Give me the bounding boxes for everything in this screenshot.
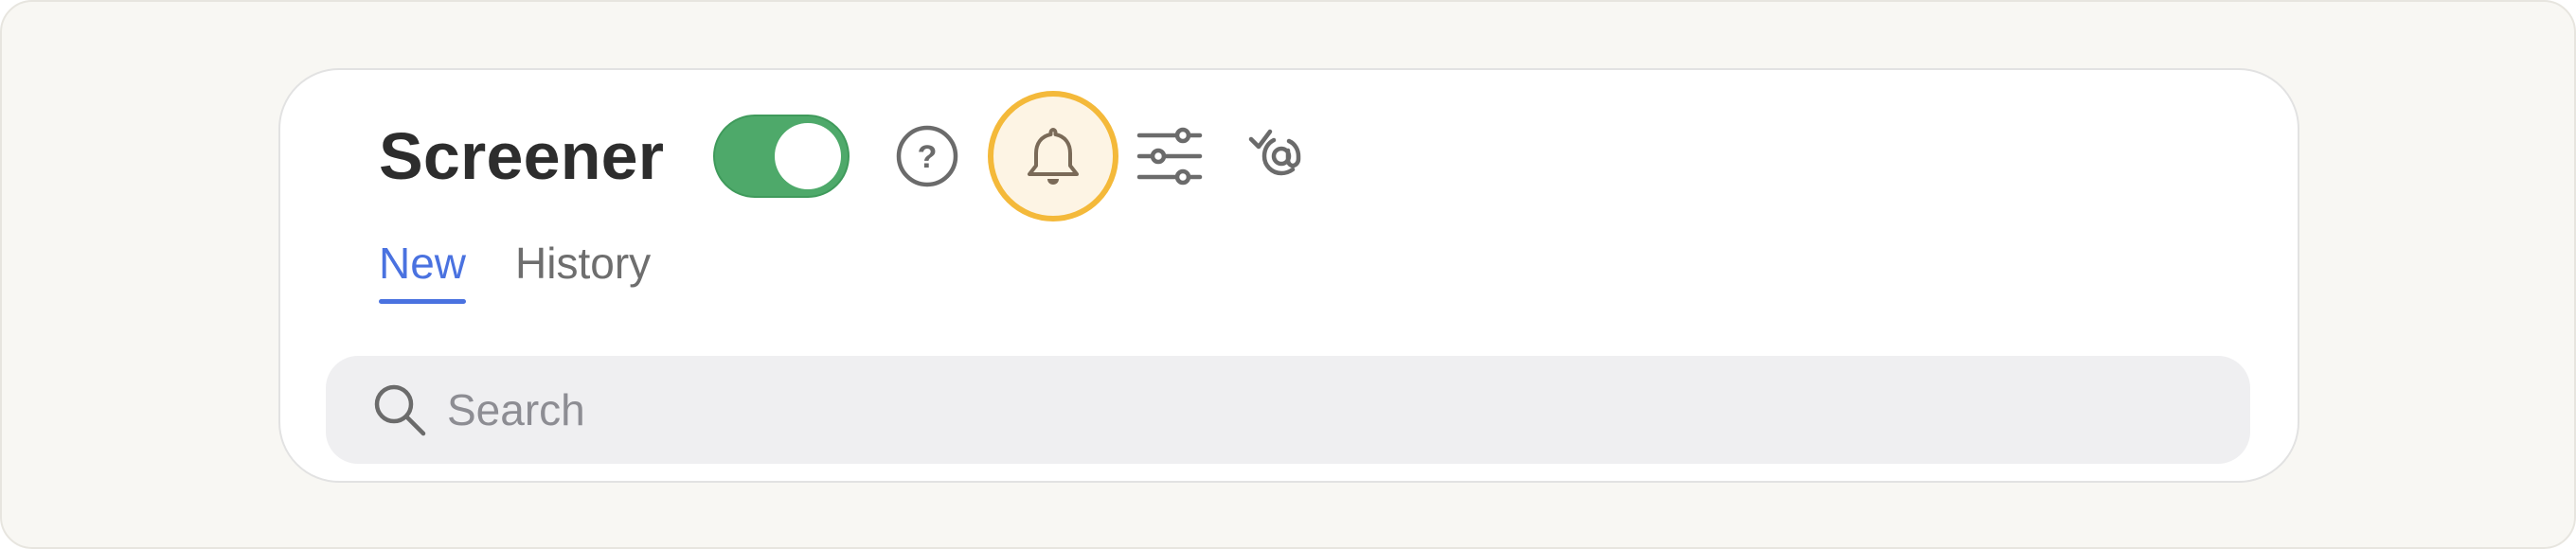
help-button[interactable]: ? xyxy=(889,118,965,194)
help-circle-icon: ? xyxy=(897,125,958,187)
tab-new[interactable]: New xyxy=(379,237,467,304)
mentions-button[interactable] xyxy=(1243,118,1319,194)
svg-text:?: ? xyxy=(918,139,938,175)
search-input[interactable] xyxy=(447,377,2152,443)
screener-toggle[interactable] xyxy=(713,115,850,198)
filters-button[interactable] xyxy=(1132,118,1208,194)
screener-panel: Screener ? New History Search xyxy=(278,68,2299,483)
search-bar[interactable] xyxy=(326,356,2250,464)
notifications-button[interactable] xyxy=(988,91,1119,221)
tab-history[interactable]: History xyxy=(515,237,651,290)
tab-history-label: History xyxy=(515,239,652,288)
page-title: Screener xyxy=(379,119,665,193)
tab-bar: New History xyxy=(379,237,651,304)
mention-check-icon xyxy=(1249,129,1301,176)
bell-icon xyxy=(1028,128,1080,185)
tab-new-label: New xyxy=(379,239,467,288)
panel-header: Screener ? xyxy=(379,91,1319,221)
search-icon xyxy=(374,384,426,436)
sliders-icon xyxy=(1137,127,1203,186)
active-tab-underline xyxy=(379,299,467,304)
app-background: Screener ? New History Search xyxy=(0,0,2576,549)
toggle-knob xyxy=(775,123,842,189)
